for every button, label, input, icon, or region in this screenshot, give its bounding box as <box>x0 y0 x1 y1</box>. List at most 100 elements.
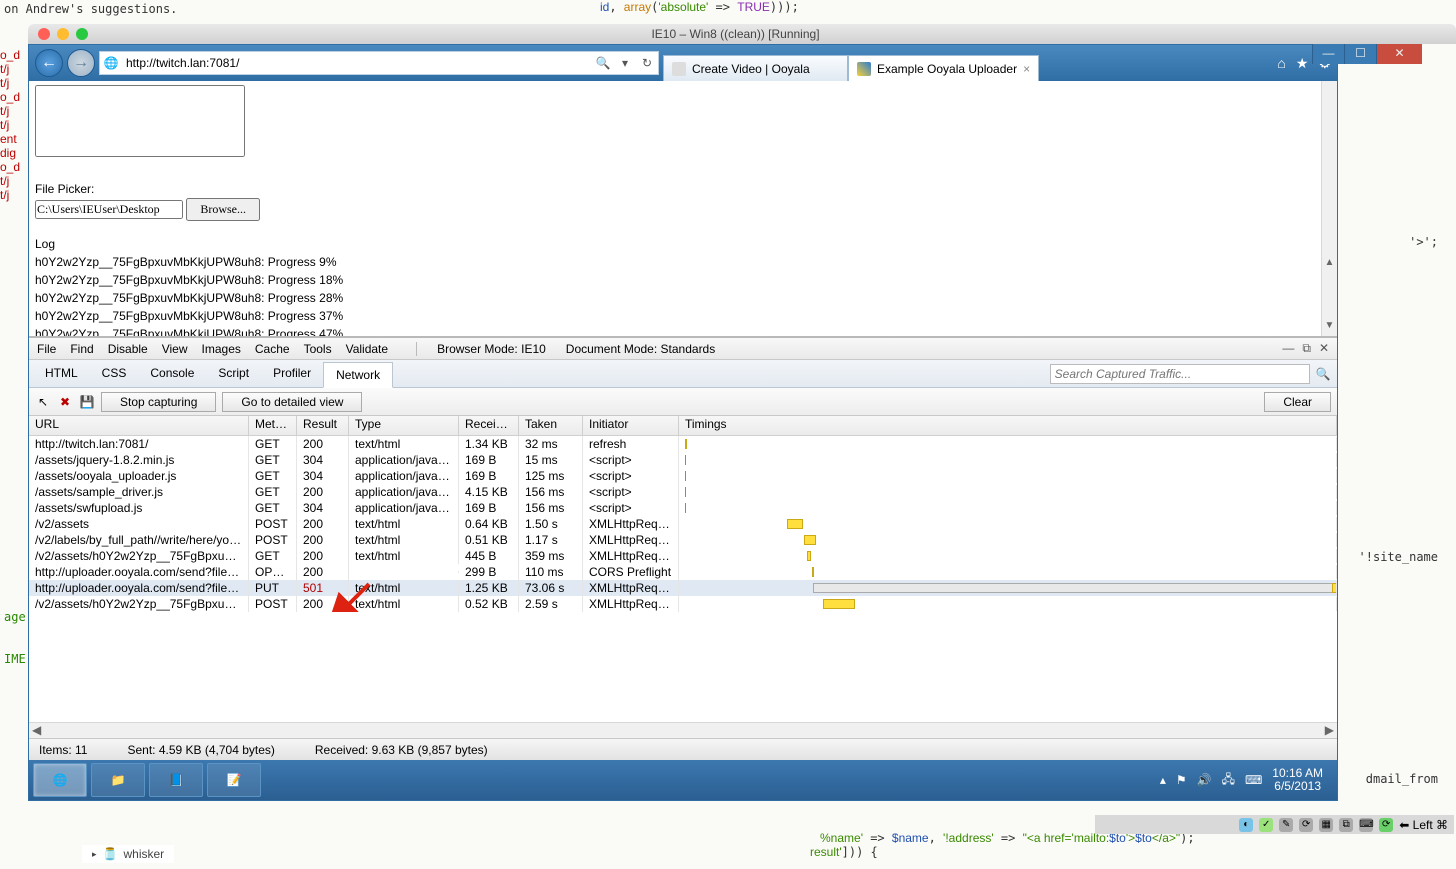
file-path-input[interactable] <box>35 200 183 219</box>
tray-chevron-icon[interactable]: ▴ <box>1160 773 1166 787</box>
pointer-icon[interactable]: ↖ <box>35 394 51 410</box>
tab-title: Example Ooyala Uploader <box>877 62 1017 76</box>
devtools-tab-script[interactable]: Script <box>206 361 261 387</box>
forward-button[interactable]: → <box>67 49 95 77</box>
devtools-undock-icon[interactable]: ⧉ <box>1302 341 1311 356</box>
minimize-traffic-light[interactable] <box>57 28 69 40</box>
taskbar-wordpad[interactable]: 📝 <box>207 763 261 797</box>
taskbar-notepad[interactable]: 📘 <box>149 763 203 797</box>
devtools-tab-network[interactable]: Network <box>323 362 393 388</box>
url-input[interactable] <box>122 56 592 70</box>
tray-network-icon[interactable]: 🖧 <box>1222 770 1235 791</box>
frag1: '>'; <box>1409 235 1438 249</box>
search-input[interactable] <box>1050 364 1310 384</box>
frag2: '!site_name <box>1359 550 1438 564</box>
status-items: Items: 11 <box>39 743 87 757</box>
back-button[interactable]: ← <box>35 49 63 77</box>
favorites-icon[interactable]: ★ <box>1296 55 1309 72</box>
taskbar-explorer[interactable]: 📁 <box>91 763 145 797</box>
col-timings[interactable]: Timings <box>679 416 1337 435</box>
tray-volume-icon[interactable]: 🔊 <box>1197 773 1212 787</box>
home-icon[interactable]: ⌂ <box>1277 55 1285 72</box>
tab-close-icon[interactable]: × <box>1023 62 1030 76</box>
browser-mode-value[interactable]: IE10 <box>521 342 546 356</box>
refresh-icon[interactable]: ↻ <box>636 56 658 70</box>
browse-button[interactable]: Browse... <box>186 198 260 221</box>
devtools-tab-css[interactable]: CSS <box>90 361 139 387</box>
devtools-menu-item[interactable]: Images <box>202 342 241 356</box>
zoom-traffic-light[interactable] <box>76 28 88 40</box>
table-row[interactable]: /assets/sample_driver.jsGET200applicatio… <box>29 484 1337 500</box>
devtools-menu-item[interactable]: Tools <box>304 342 332 356</box>
close-traffic-light[interactable] <box>38 28 50 40</box>
editor-statusbar: ◐✓ ✎⟳▦⧉ ⌨⟳ ⬅ Left ⌘ <box>1095 815 1454 834</box>
favicon <box>672 62 686 76</box>
address-bar[interactable]: 🌐 🔍 ▾ ↻ <box>99 51 659 75</box>
scroll-up-icon[interactable]: ▲ <box>1322 257 1337 273</box>
browser-tab[interactable]: Example Ooyala Uploader × <box>848 55 1039 81</box>
vm-titlebar[interactable]: IE10 – Win8 ((clean)) [Running] <box>28 24 1456 44</box>
devtools-close-icon[interactable]: ✕ <box>1319 341 1329 356</box>
detailed-view-button[interactable]: Go to detailed view <box>222 392 362 412</box>
doc-mode-value[interactable]: Standards <box>661 342 716 356</box>
col-result[interactable]: Result <box>297 416 349 435</box>
table-row[interactable]: /assets/ooyala_uploader.jsGET304applicat… <box>29 468 1337 484</box>
table-row[interactable]: /v2/assetsPOST200text/html0.64 KB1.50 sX… <box>29 516 1337 532</box>
scroll-down-icon[interactable]: ▼ <box>1322 320 1337 336</box>
browser-tab[interactable]: Create Video | Ooyala <box>663 55 848 81</box>
devtools-menu-item[interactable]: View <box>162 342 188 356</box>
devtools-tab-html[interactable]: HTML <box>33 361 90 387</box>
close-button[interactable]: ✕ <box>1376 44 1422 64</box>
table-row[interactable]: /v2/assets/h0Y2w2Yzp__75FgBpxuvMbKkj...P… <box>29 596 1337 612</box>
clear-button[interactable]: Clear <box>1264 392 1331 412</box>
stop-icon[interactable]: ▾ <box>614 56 636 70</box>
grid-header: URL Method Result Type Received Taken In… <box>29 416 1337 436</box>
col-taken[interactable]: Taken <box>519 416 583 435</box>
maximize-button[interactable]: ☐ <box>1344 44 1376 64</box>
devtools-tab-console[interactable]: Console <box>138 361 206 387</box>
devtools-statusbar: Items: 11 Sent: 4.59 KB (4,704 bytes) Re… <box>29 738 1337 760</box>
system-tray: ▴ ⚑ 🔊 🖧 ⌨ 10:16 AM 6/5/2013 <box>1160 767 1333 793</box>
bg-code-bottom2: result'])) { <box>810 845 878 859</box>
devtools-tab-profiler[interactable]: Profiler <box>261 361 323 387</box>
devtools-menu-item[interactable]: File <box>37 342 56 356</box>
table-row[interactable]: /v2/assets/h0Y2w2Yzp__75FgBpxuvMbKkj...G… <box>29 548 1337 564</box>
devtools-menu-item[interactable]: Disable <box>108 342 148 356</box>
minimize-button[interactable]: — <box>1312 44 1344 64</box>
devtools-menu-item[interactable]: Cache <box>255 342 290 356</box>
upload-textarea[interactable] <box>35 85 245 157</box>
table-row[interactable]: /v2/labels/by_full_path//write/here/your… <box>29 532 1337 548</box>
project-tree-item[interactable]: 🫙 whisker <box>82 845 174 863</box>
vertical-scrollbar[interactable]: ▲ ▼ <box>1321 81 1337 336</box>
col-initiator[interactable]: Initiator <box>583 416 679 435</box>
table-row[interactable]: /assets/jquery-1.8.2.min.jsGET304applica… <box>29 452 1337 468</box>
stop-capturing-button[interactable]: Stop capturing <box>101 392 216 412</box>
search-go-icon[interactable]: 🔍 <box>1313 367 1333 381</box>
table-row[interactable]: /assets/swfupload.jsGET304application/ja… <box>29 500 1337 516</box>
devtools-min-icon[interactable]: — <box>1282 341 1294 356</box>
col-type[interactable]: Type <box>349 416 459 435</box>
devtools-tabs: HTMLCSSConsoleScriptProfilerNetwork 🔍 <box>29 360 1337 388</box>
network-grid[interactable]: URL Method Result Type Received Taken In… <box>29 416 1337 738</box>
save-icon[interactable]: 💾 <box>79 394 95 410</box>
search-icon[interactable]: 🔍 <box>592 56 614 70</box>
horizontal-scrollbar[interactable]: ◀▶ <box>29 722 1337 738</box>
devtools-menu-item[interactable]: Validate <box>346 342 388 356</box>
col-url[interactable]: URL <box>29 416 249 435</box>
devtools-menu-item[interactable]: Find <box>70 342 93 356</box>
network-search: 🔍 <box>1050 364 1333 384</box>
table-row[interactable]: http://twitch.lan:7081/GET200text/html1.… <box>29 436 1337 452</box>
log-line: h0Y2w2Yzp__75FgBpxuvMbKkjUPW8uh8: Progre… <box>35 289 1315 307</box>
table-row[interactable]: http://uploader.ooyala.com/send?filenam.… <box>29 580 1337 596</box>
col-received[interactable]: Received <box>459 416 519 435</box>
col-method[interactable]: Method <box>249 416 297 435</box>
clear-session-icon[interactable]: ✖ <box>57 394 73 410</box>
table-row[interactable]: http://uploader.ooyala.com/send?filenam.… <box>29 564 1337 580</box>
bg-gutter: o_dt/jt/jo_dt/jt/jentdigo_dt/jt/j <box>0 48 20 202</box>
tray-clock[interactable]: 10:16 AM 6/5/2013 <box>1272 767 1323 793</box>
tray-action-icon[interactable]: ⚑ <box>1176 773 1187 787</box>
taskbar-ie[interactable]: 🌐 <box>33 763 87 797</box>
browser-mode-label: Browser Mode: <box>437 342 518 356</box>
tray-keyboard-icon[interactable]: ⌨ <box>1245 773 1262 787</box>
tree-label: whisker <box>123 847 164 861</box>
